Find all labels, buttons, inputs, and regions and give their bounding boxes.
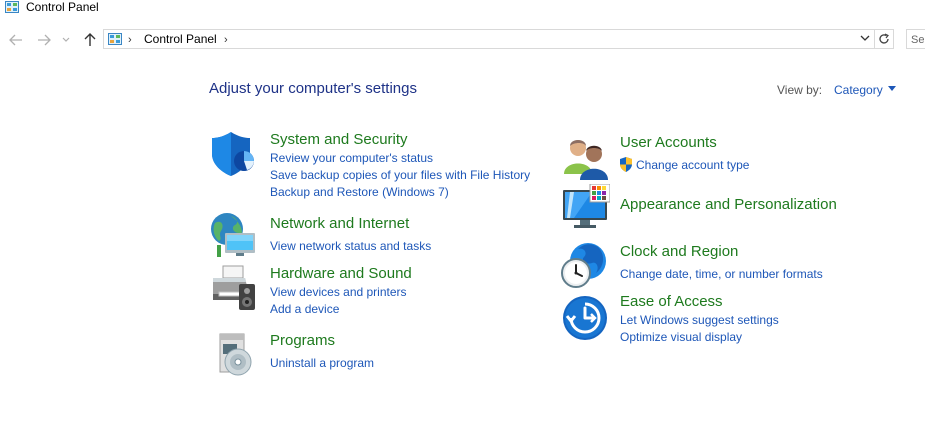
arrow-up-icon [84, 33, 96, 46]
link-file-history[interactable]: Save backup copies of your files with Fi… [270, 168, 530, 182]
users-icon [564, 140, 608, 180]
title-bar: Control Panel [0, 0, 925, 22]
window-title: Control Panel [26, 0, 99, 14]
printer-speaker-icon [213, 265, 255, 310]
category-clock-and-region[interactable]: Clock and Region [620, 243, 738, 261]
refresh-icon [879, 33, 889, 44]
chevron-down-icon[interactable] [860, 35, 870, 42]
arrow-left-icon [9, 34, 22, 46]
link-uninstall-program[interactable]: Uninstall a program [270, 356, 374, 370]
up-button[interactable] [82, 32, 98, 48]
refresh-button[interactable] [875, 29, 894, 49]
ease-of-access-icon [563, 296, 607, 340]
link-view-devices-printers[interactable]: View devices and printers [270, 285, 407, 299]
arrow-right-icon [38, 34, 51, 46]
link-review-computer-status[interactable]: Review your computer's status [270, 151, 433, 165]
page-title: Adjust your computer's settings [209, 80, 417, 97]
forward-button[interactable] [36, 32, 52, 48]
category-programs[interactable]: Programs [270, 332, 335, 350]
control-panel-icon [108, 33, 122, 45]
search-input[interactable] [907, 32, 925, 48]
link-optimize-visual-display[interactable]: Optimize visual display [620, 330, 742, 344]
clock-globe-icon [561, 243, 606, 288]
back-button[interactable] [8, 32, 24, 48]
uac-shield-icon [620, 157, 632, 172]
category-appearance-and-personalization[interactable]: Appearance and Personalization [620, 196, 837, 214]
breadcrumb-separator[interactable]: › [224, 34, 228, 46]
category-hardware-and-sound[interactable]: Hardware and Sound [270, 265, 412, 283]
shield-icon [212, 132, 254, 176]
caret-down-icon[interactable] [888, 86, 896, 91]
recent-locations-button[interactable] [61, 32, 71, 48]
globe-network-icon [211, 213, 255, 257]
category-network-and-internet[interactable]: Network and Internet [270, 215, 409, 233]
link-let-windows-suggest-settings[interactable]: Let Windows suggest settings [620, 313, 779, 327]
link-change-account-type[interactable]: Change account type [636, 158, 749, 172]
link-view-network-status[interactable]: View network status and tasks [270, 239, 431, 253]
category-system-and-security[interactable]: System and Security [270, 131, 408, 149]
link-change-date-time-formats[interactable]: Change date, time, or number formats [620, 267, 823, 281]
control-panel-icon [5, 1, 19, 13]
link-add-device[interactable]: Add a device [270, 302, 339, 316]
category-ease-of-access[interactable]: Ease of Access [620, 293, 723, 311]
view-by-dropdown[interactable]: Category [834, 83, 883, 97]
link-backup-restore[interactable]: Backup and Restore (Windows 7) [270, 185, 449, 199]
view-by-label: View by: [777, 83, 823, 97]
breadcrumb-control-panel[interactable]: Control Panel [144, 32, 217, 46]
monitor-palette-icon [563, 184, 610, 228]
chevron-down-icon [62, 37, 70, 42]
address-bar[interactable]: › Control Panel › [103, 29, 875, 49]
search-box[interactable] [906, 29, 925, 49]
breadcrumb-separator[interactable]: › [128, 34, 132, 46]
category-user-accounts[interactable]: User Accounts [620, 134, 717, 152]
programs-disc-icon [219, 333, 252, 376]
